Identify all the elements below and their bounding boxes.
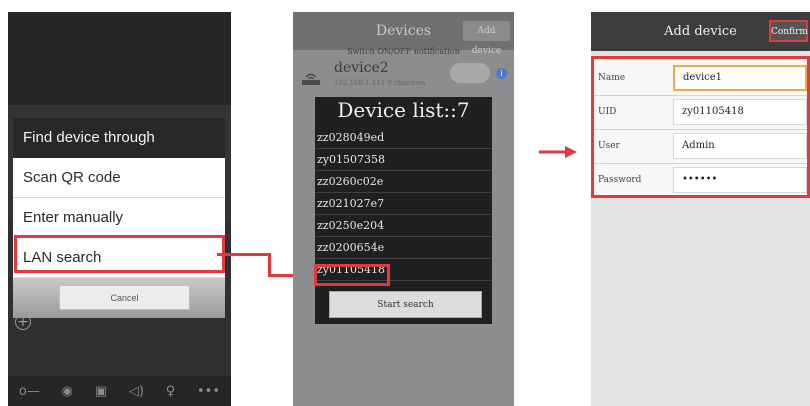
device-form: Name device1 UID zy01105418 User Admin P… bbox=[591, 56, 810, 198]
list-item[interactable]: zz0250e204 bbox=[315, 215, 492, 237]
camera-icon[interactable]: ◉ bbox=[62, 384, 73, 399]
form-row-password: Password •••••• bbox=[594, 163, 807, 197]
phone-screen-devices: Devices Add device Switch ON/OFF notific… bbox=[293, 12, 514, 406]
arrow-right-icon bbox=[539, 146, 577, 158]
nav-bar: Add device Confirm bbox=[591, 12, 810, 51]
form-row-name: Name device1 bbox=[594, 61, 807, 96]
phone-screen-find-device: Find device through Scan QR code Enter m… bbox=[8, 12, 231, 406]
device-info: 192.168.1.111 0 channels bbox=[334, 79, 426, 87]
name-label: Name bbox=[598, 73, 626, 83]
router-icon bbox=[302, 73, 320, 85]
list-item[interactable]: zz028049ed bbox=[315, 127, 492, 149]
form-row-user: User Admin bbox=[594, 129, 807, 164]
list-title: Device list::7 bbox=[337, 98, 470, 122]
speaker-icon[interactable]: ◁) bbox=[129, 384, 144, 399]
dialog-title: Find device through bbox=[13, 118, 225, 158]
selected-device-highlight bbox=[314, 264, 390, 286]
uid-field[interactable]: zy01105418 bbox=[673, 99, 807, 125]
device-name: device2 bbox=[334, 60, 389, 76]
notification-label: Switch ON/OFF notification bbox=[347, 47, 460, 56]
list-item[interactable]: zz0200654e bbox=[315, 237, 492, 259]
list-item[interactable]: zz021027e7 bbox=[315, 193, 492, 215]
connector-line bbox=[217, 253, 270, 256]
cancel-bar: Cancel bbox=[13, 278, 225, 318]
form-row-uid: UID zy01105418 bbox=[594, 95, 807, 130]
info-icon[interactable]: i bbox=[496, 68, 507, 79]
device-list-dialog: Device list::7 zz028049ed zy01507358 zz0… bbox=[315, 97, 492, 324]
list-item[interactable]: zy01507358 bbox=[315, 149, 492, 171]
name-field[interactable]: device1 bbox=[673, 65, 807, 91]
device-row[interactable]: device2 192.168.1.111 0 channels i bbox=[293, 57, 514, 92]
lan-search-highlight bbox=[14, 235, 225, 273]
list-item[interactable]: zz0260c02e bbox=[315, 171, 492, 193]
find-device-dialog: Find device through Scan QR code Enter m… bbox=[13, 118, 225, 318]
add-icon[interactable]: + bbox=[15, 314, 31, 330]
start-search-button[interactable]: Start search bbox=[329, 291, 482, 318]
notification-toggle[interactable] bbox=[450, 63, 490, 83]
add-device-button[interactable]: Add device bbox=[463, 21, 510, 56]
microphone-icon[interactable]: ♀ bbox=[166, 384, 176, 399]
nav-bar: Devices Add device bbox=[293, 12, 514, 56]
photos-icon[interactable]: ▣ bbox=[95, 384, 107, 399]
user-field[interactable]: Admin bbox=[673, 133, 807, 159]
password-label: Password bbox=[598, 175, 642, 185]
uid-label: UID bbox=[598, 107, 617, 117]
top-area bbox=[8, 12, 231, 105]
user-label: User bbox=[598, 141, 620, 151]
confirm-button[interactable]: Confirm bbox=[769, 20, 808, 42]
password-field[interactable]: •••••• bbox=[673, 167, 807, 193]
option-scan-qr[interactable]: Scan QR code bbox=[13, 158, 225, 198]
phone-screen-add-device: Add device Confirm Name device1 UID zy01… bbox=[591, 12, 810, 406]
option-enter-manually[interactable]: Enter manually bbox=[13, 198, 225, 238]
key-icon[interactable]: o— bbox=[19, 384, 40, 399]
more-icon[interactable]: ••• bbox=[197, 384, 220, 399]
cancel-button[interactable]: Cancel bbox=[59, 285, 190, 310]
bottom-toolbar: o— ◉ ▣ ◁) ♀ ••• bbox=[8, 376, 231, 406]
